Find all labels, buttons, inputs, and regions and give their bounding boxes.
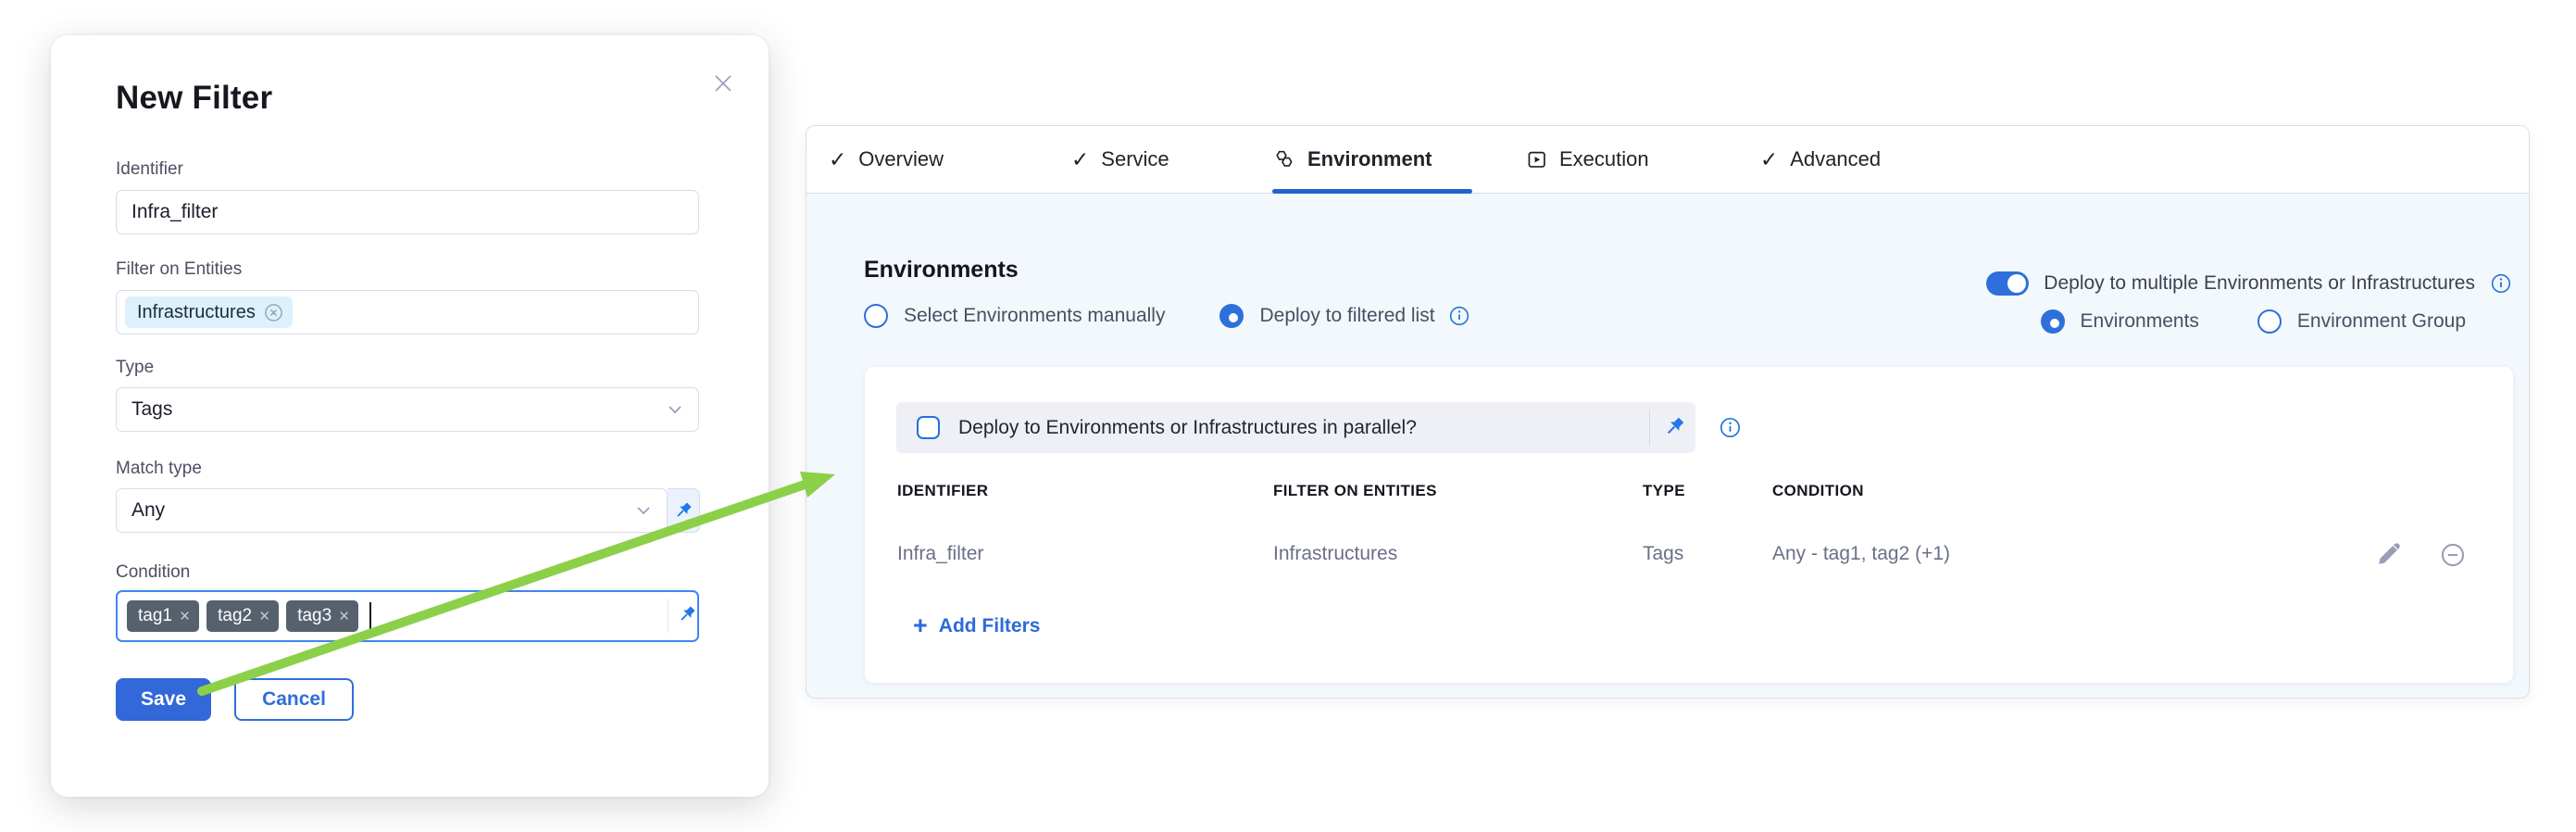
- radio-label: Select Environments manually: [904, 305, 1165, 327]
- tab-bar: ✓ Overview ✓ Service Environment Executi…: [807, 126, 2529, 194]
- environment-select-mode-radios: Select Environments manually Deploy to f…: [864, 304, 1470, 328]
- condition-label: Condition: [116, 562, 190, 583]
- environment-kind-radios: Environments Environment Group: [2041, 309, 2466, 334]
- new-filter-modal: New Filter Identifier Infra_filter Filte…: [51, 35, 769, 797]
- tag-label: tag1: [138, 606, 172, 626]
- col-header-condition: CONDITION: [1772, 482, 1864, 500]
- tab-environment[interactable]: Environment: [1274, 126, 1432, 193]
- filter-on-entities-input[interactable]: Infrastructures: [116, 290, 699, 334]
- execution-icon: [1527, 149, 1547, 170]
- cell-filter-on-entities: Infrastructures: [1273, 543, 1397, 565]
- plus-icon: +: [913, 613, 928, 638]
- match-type-select[interactable]: Any: [116, 488, 668, 533]
- cell-type: Tags: [1643, 543, 1683, 565]
- type-value: Tags: [131, 398, 172, 421]
- type-label: Type: [116, 358, 154, 378]
- radio-deploy-to-filtered-list[interactable]: [1219, 304, 1244, 328]
- divider: [1649, 410, 1650, 446]
- pin-icon[interactable]: [1663, 415, 1686, 438]
- match-type-pin-button[interactable]: [668, 488, 700, 533]
- radio-label: Environment Group: [2297, 310, 2466, 333]
- save-button-label: Save: [141, 688, 186, 711]
- tab-overview[interactable]: ✓ Overview: [829, 126, 944, 193]
- col-header-identifier: IDENTIFIER: [897, 482, 988, 500]
- text-cursor: [369, 602, 371, 630]
- pin-icon: [673, 500, 694, 521]
- radio-label: Deploy to filtered list: [1259, 305, 1434, 327]
- environments-heading: Environments: [864, 257, 1019, 284]
- deploy-multiple-toggle-row: Deploy to multiple Environments or Infra…: [1986, 271, 2512, 296]
- condition-input[interactable]: tag1 × tag2 × tag3 ×: [116, 590, 699, 642]
- infrastructures-chip-label: Infrastructures: [137, 302, 256, 323]
- cell-identifier: Infra_filter: [897, 543, 983, 565]
- tab-label: Environment: [1307, 147, 1432, 171]
- tab-label: Overview: [858, 147, 944, 171]
- check-icon: ✓: [1760, 147, 1778, 172]
- deploy-parallel-checkbox[interactable]: [917, 416, 940, 439]
- divider: [668, 599, 669, 633]
- tab-service[interactable]: ✓ Service: [1071, 126, 1169, 193]
- match-type-value: Any: [131, 499, 165, 522]
- identifier-value: Infra_filter: [131, 201, 218, 223]
- modal-title: New Filter: [116, 80, 272, 117]
- check-icon: ✓: [1071, 147, 1089, 172]
- tab-advanced[interactable]: ✓ Advanced: [1760, 126, 1881, 193]
- condition-tag-chip: tag3 ×: [286, 600, 358, 632]
- tab-execution[interactable]: Execution: [1527, 126, 1649, 193]
- col-header-type: TYPE: [1643, 482, 1685, 500]
- info-icon[interactable]: [2490, 272, 2512, 295]
- close-icon: [710, 70, 736, 96]
- stage-config-panel: ✓ Overview ✓ Service Environment Executi…: [806, 125, 2530, 699]
- chevron-down-icon: [667, 404, 683, 415]
- condition-tag-chip: tag1 ×: [127, 600, 199, 632]
- close-button[interactable]: [703, 63, 744, 104]
- filtered-list-card: Deploy to Environments or Infrastructure…: [865, 367, 2513, 683]
- active-tab-indicator: [1272, 189, 1472, 194]
- remove-row-button[interactable]: [2441, 543, 2465, 567]
- info-icon[interactable]: [1719, 416, 1742, 439]
- cell-condition: Any - tag1, tag2 (+1): [1772, 543, 1950, 565]
- cancel-button-label: Cancel: [262, 688, 326, 711]
- col-header-filter-on-entities: FILTER ON ENTITIES: [1273, 482, 1437, 500]
- deploy-parallel-label: Deploy to Environments or Infrastructure…: [958, 417, 1417, 439]
- radio-select-environments-manually[interactable]: [864, 304, 888, 328]
- cancel-button[interactable]: Cancel: [234, 678, 354, 721]
- infrastructures-chip-remove-icon[interactable]: [264, 303, 283, 322]
- add-filters-label: Add Filters: [939, 615, 1041, 637]
- infrastructures-chip: Infrastructures: [125, 296, 293, 328]
- identifier-label: Identifier: [116, 159, 183, 180]
- tab-label: Advanced: [1790, 147, 1881, 171]
- tag-label: tag2: [218, 606, 252, 626]
- radio-environments[interactable]: [2041, 309, 2065, 334]
- type-select[interactable]: Tags: [116, 387, 699, 432]
- condition-tag-chip: tag2 ×: [206, 600, 279, 632]
- match-type-label: Match type: [116, 459, 202, 479]
- edit-row-button[interactable]: [2376, 543, 2400, 567]
- tab-label: Execution: [1559, 147, 1649, 171]
- toggle-label: Deploy to multiple Environments or Infra…: [2044, 272, 2475, 295]
- deploy-multiple-toggle[interactable]: [1986, 271, 2029, 296]
- tag-remove-icon[interactable]: ×: [259, 608, 269, 625]
- tag-label: tag3: [297, 606, 331, 626]
- condition-pin-button[interactable]: [677, 604, 697, 624]
- info-icon[interactable]: [1448, 305, 1470, 327]
- add-filters-button[interactable]: + Add Filters: [913, 613, 1040, 638]
- save-button[interactable]: Save: [116, 678, 211, 721]
- tag-remove-icon[interactable]: ×: [339, 608, 349, 625]
- environment-icon: [1274, 149, 1295, 170]
- tab-label: Service: [1101, 147, 1169, 171]
- filter-on-entities-label: Filter on Entities: [116, 259, 242, 280]
- radio-environment-group[interactable]: [2257, 309, 2282, 334]
- chevron-down-icon: [635, 505, 652, 516]
- radio-label: Environments: [2081, 310, 2199, 333]
- check-icon: ✓: [829, 147, 846, 172]
- deploy-parallel-bar: Deploy to Environments or Infrastructure…: [896, 402, 1695, 453]
- tag-remove-icon[interactable]: ×: [180, 608, 190, 625]
- identifier-input[interactable]: Infra_filter: [116, 190, 699, 234]
